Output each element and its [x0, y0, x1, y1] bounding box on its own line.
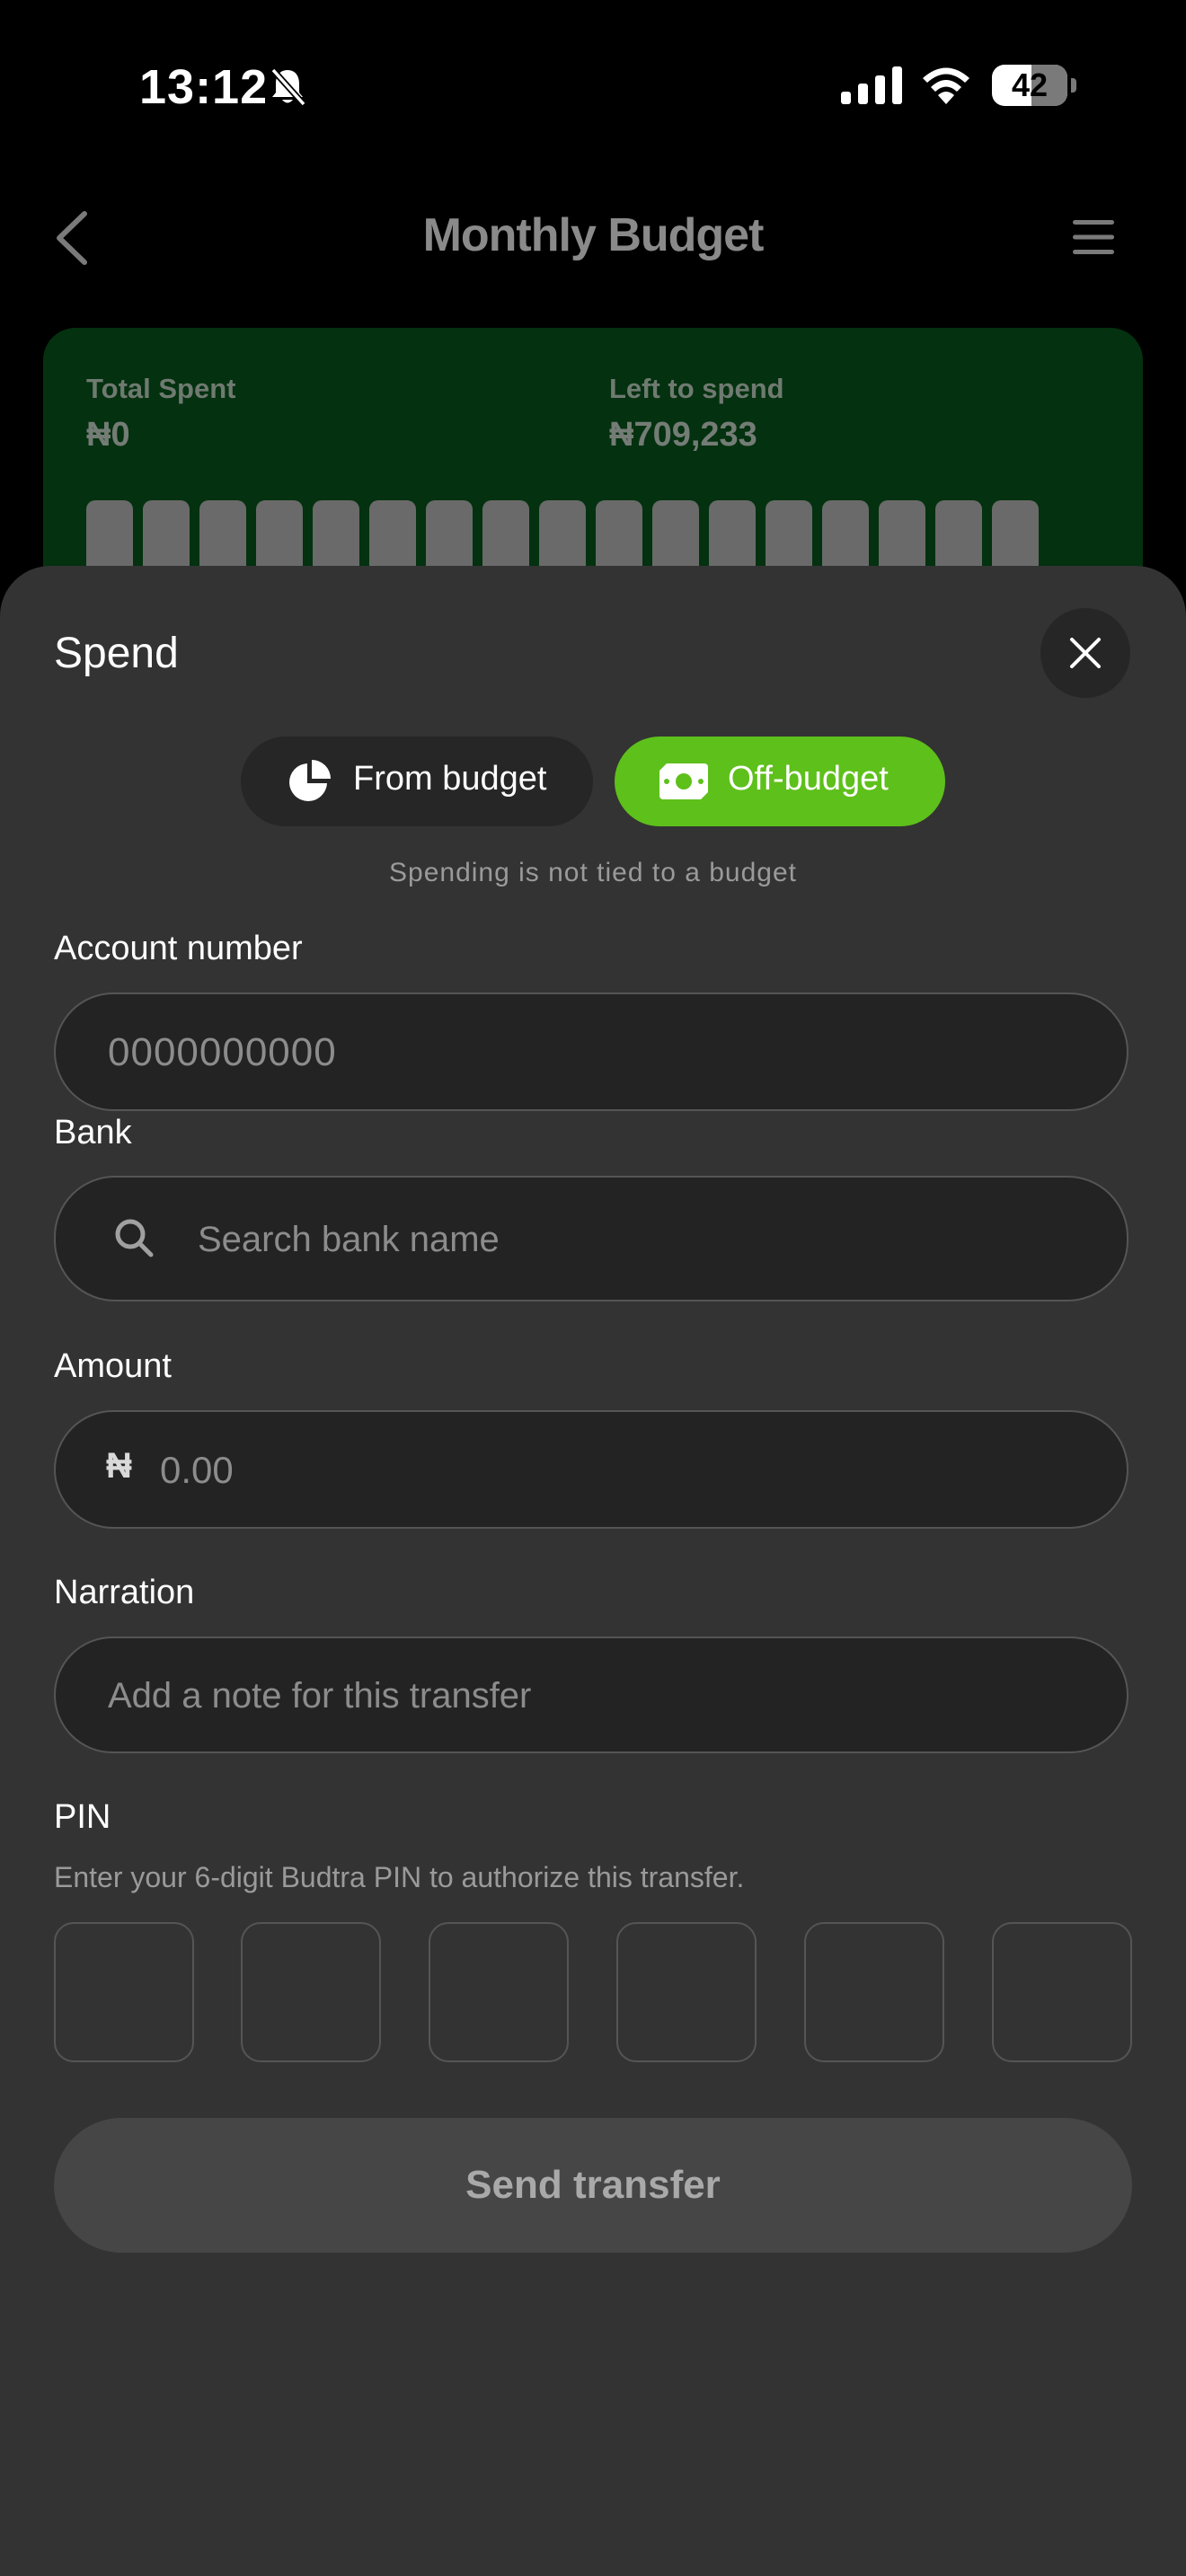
from-budget-toggle[interactable]: From budget — [241, 737, 593, 826]
left-to-spend-label: Left to spend — [609, 373, 784, 404]
bank-label: Bank — [54, 1114, 132, 1151]
total-spent-value: ₦0 — [86, 416, 130, 454]
sheet-title: Spend — [54, 630, 179, 677]
pin-input-row — [54, 1922, 1132, 2062]
bank-field — [54, 1176, 1128, 1301]
total-spent-label: Total Spent — [86, 373, 236, 404]
page-title: Monthly Budget — [422, 209, 765, 261]
spend-sheet: Spend From budget Off-budget Spending is… — [0, 566, 1186, 2576]
send-transfer-button[interactable]: Send transfer — [54, 2118, 1132, 2253]
pie-chart-icon — [289, 760, 331, 801]
pin-digit-box[interactable] — [429, 1922, 569, 2062]
account-number-field — [54, 992, 1128, 1111]
status-time: 13:12 — [139, 60, 269, 114]
wifi-icon — [923, 67, 969, 104]
cash-icon — [659, 763, 708, 799]
narration-field — [54, 1636, 1128, 1753]
pin-help-text: Enter your 6-digit Budtra PIN to authori… — [54, 1861, 745, 1893]
toggle-helper-text: Spending is not tied to a budget — [389, 858, 797, 887]
off-budget-label: Off-budget — [728, 760, 889, 798]
pin-digit-box[interactable] — [804, 1922, 944, 2062]
close-button[interactable] — [1040, 608, 1130, 698]
bell-slash-icon — [270, 67, 306, 107]
pin-label: PIN — [54, 1798, 111, 1836]
battery-level: 42 — [1011, 66, 1049, 103]
close-icon — [1070, 638, 1101, 668]
amount-input[interactable] — [158, 1412, 1096, 1529]
account-number-input[interactable] — [106, 994, 1098, 1111]
amount-field: ₦ — [54, 1410, 1128, 1529]
cellular-signal-icon — [841, 66, 902, 104]
off-budget-toggle[interactable]: Off-budget — [615, 737, 945, 826]
narration-label: Narration — [54, 1574, 195, 1611]
hamburger-menu-icon[interactable] — [1071, 217, 1116, 257]
left-to-spend-value: ₦709,233 — [609, 416, 757, 454]
from-budget-label: From budget — [353, 760, 547, 798]
status-bar: 13:12 42 — [0, 0, 1186, 171]
search-icon — [115, 1219, 154, 1257]
pin-digit-box[interactable] — [616, 1922, 757, 2062]
battery-icon: 42 — [992, 65, 1076, 106]
narration-input[interactable] — [106, 1638, 1098, 1753]
currency-symbol: ₦ — [106, 1446, 132, 1486]
pin-digit-box[interactable] — [992, 1922, 1132, 2062]
pin-digit-box[interactable] — [54, 1922, 194, 2062]
amount-label: Amount — [54, 1347, 172, 1385]
pin-digit-box[interactable] — [241, 1922, 381, 2062]
bank-search-input[interactable] — [196, 1178, 1098, 1301]
account-number-label: Account number — [54, 930, 303, 967]
